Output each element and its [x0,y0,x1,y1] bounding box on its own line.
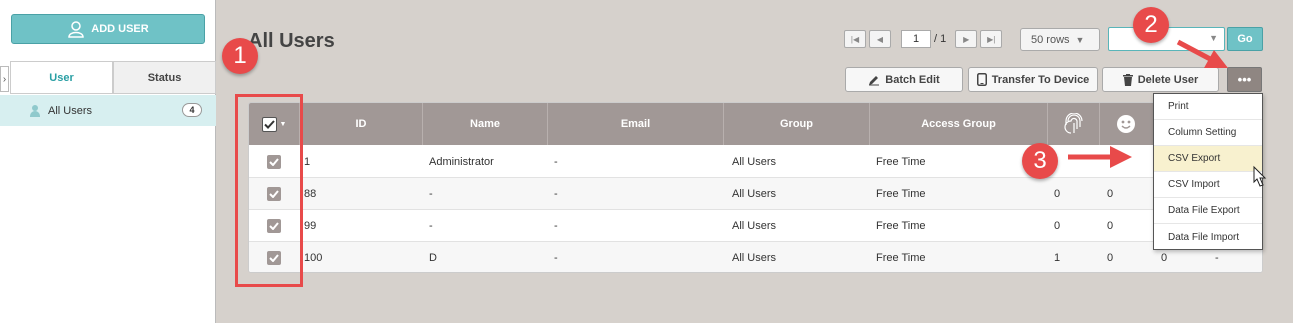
transfer-label: Transfer To Device [991,73,1090,86]
col-header-fingerprint[interactable] [1048,103,1100,145]
table-row[interactable]: 99 - - All Users Free Time 0 0 [249,210,1262,242]
face-icon [1117,115,1135,133]
prev-page-button[interactable]: ◀ [869,30,891,48]
prev-page-icon: ◀ [876,34,884,44]
cell-face-count: 0 [1107,219,1114,232]
cell-fingerprint-count: 1 [1054,251,1061,264]
cell-id: 88 [304,187,317,200]
add-user-button[interactable]: ADD USER [11,14,205,44]
tab-status[interactable]: Status [113,61,216,93]
checkbox-column-highlight [235,94,303,287]
delete-user-label: Delete User [1137,73,1199,86]
sidebar: ADD USER › User Status All Users 4 [0,0,216,323]
rows-per-page-value: 50 rows [1031,33,1070,46]
page-total: / 1 [934,33,947,45]
cell-name: - [429,219,433,232]
more-options-menu: Print Column Setting CSV Export CSV Impo… [1153,93,1263,250]
cell-email: - [554,251,558,264]
table-header: ▼ ID Name Email Group Access Group [249,103,1262,145]
cell-id: 1 [304,155,311,168]
cell-group: All Users [732,155,777,168]
transfer-to-device-button[interactable]: Transfer To Device [968,67,1098,92]
cell-fingerprint-count: 0 [1054,219,1061,232]
col-header-group[interactable]: Group [724,103,870,145]
callout-2: 2 [1133,7,1169,43]
pencil-icon [869,75,880,85]
menu-item-csv-export[interactable]: CSV Export [1154,146,1262,172]
cell-id: 100 [304,251,323,264]
first-page-icon: |◀ [850,34,860,44]
cell-id: 99 [304,219,317,232]
group-person-icon [30,104,40,117]
cell-access-group: Free Time [876,251,926,264]
tree-item-all-users[interactable]: All Users 4 [0,95,216,126]
batch-edit-button[interactable]: Batch Edit [845,67,963,92]
cell-name: Administrator [429,155,494,168]
sidebar-collapse-toggle[interactable]: › [0,66,9,92]
menu-item-column-setting[interactable]: Column Setting [1154,120,1262,146]
cell-fingerprint-count: 0 [1054,187,1061,200]
more-dots-icon: ••• [1237,72,1252,87]
cell-face-count: 0 [1107,187,1114,200]
menu-item-print[interactable]: Print [1154,94,1262,120]
page-number-input[interactable]: 1 [901,30,931,48]
trash-icon [1122,73,1133,86]
cell-name: - [429,187,433,200]
cell-access-group: Free Time [876,219,926,232]
cell-access-group: Free Time [876,187,926,200]
next-page-icon: ▶ [963,34,970,44]
add-user-label: ADD USER [91,23,149,35]
page-title: All Users [248,30,335,52]
last-page-icon: ▶| [987,34,996,44]
table-row[interactable]: 100 D - All Users Free Time 1 0 0 - [249,242,1262,272]
callout-1: 1 [222,38,258,74]
cell-email: - [554,219,558,232]
device-icon [976,73,987,86]
rows-per-page-select[interactable]: 50 rows ▼ [1020,28,1100,51]
delete-user-button[interactable]: Delete User [1102,67,1219,92]
table-row[interactable]: 88 - - All Users Free Time 0 0 [249,178,1262,210]
menu-item-data-file-export[interactable]: Data File Export [1154,198,1262,224]
cell-group: All Users [732,219,777,232]
pagination: |◀ ◀ 1 / 1 ▶ ▶| [844,30,1003,48]
table-row[interactable]: 1 Administrator - All Users Free Time [249,146,1262,178]
menu-item-csv-import[interactable]: CSV Import [1154,172,1262,198]
cell-email: - [554,155,558,168]
cell-access-group: Free Time [876,155,926,168]
tab-user[interactable]: User [10,61,113,93]
caret-down-icon: ▼ [1075,34,1085,45]
menu-item-data-file-import[interactable]: Data File Import [1154,224,1262,250]
col-header-name[interactable]: Name [423,103,548,145]
col-header-face[interactable] [1100,103,1152,145]
callout-3: 3 [1022,143,1058,179]
go-button[interactable]: Go [1227,27,1263,51]
sidebar-tabs: User Status [10,61,216,94]
user-add-icon [68,21,85,38]
col-header-email[interactable]: Email [548,103,724,145]
batch-edit-label: Batch Edit [885,73,940,86]
user-count-badge: 4 [182,103,202,117]
last-page-button[interactable]: ▶| [980,30,1003,48]
more-options-button[interactable]: ••• [1227,67,1262,92]
col-header-access-group[interactable]: Access Group [870,103,1048,145]
next-page-button[interactable]: ▶ [955,30,978,48]
cell-email: - [554,187,558,200]
first-page-button[interactable]: |◀ [844,30,866,48]
cell-face-count: 0 [1107,251,1114,264]
chevron-right-icon: › [2,73,7,85]
users-table: ▼ ID Name Email Group Access Group 1 Adm… [248,102,1263,273]
col-header-id[interactable]: ID [300,103,423,145]
cell-name: D [429,251,437,264]
caret-down-icon: ▼ [1209,33,1218,43]
tree-item-label: All Users [48,104,93,117]
cell-group: All Users [732,251,777,264]
fingerprint-icon [1063,113,1083,134]
cell-group: All Users [732,187,777,200]
